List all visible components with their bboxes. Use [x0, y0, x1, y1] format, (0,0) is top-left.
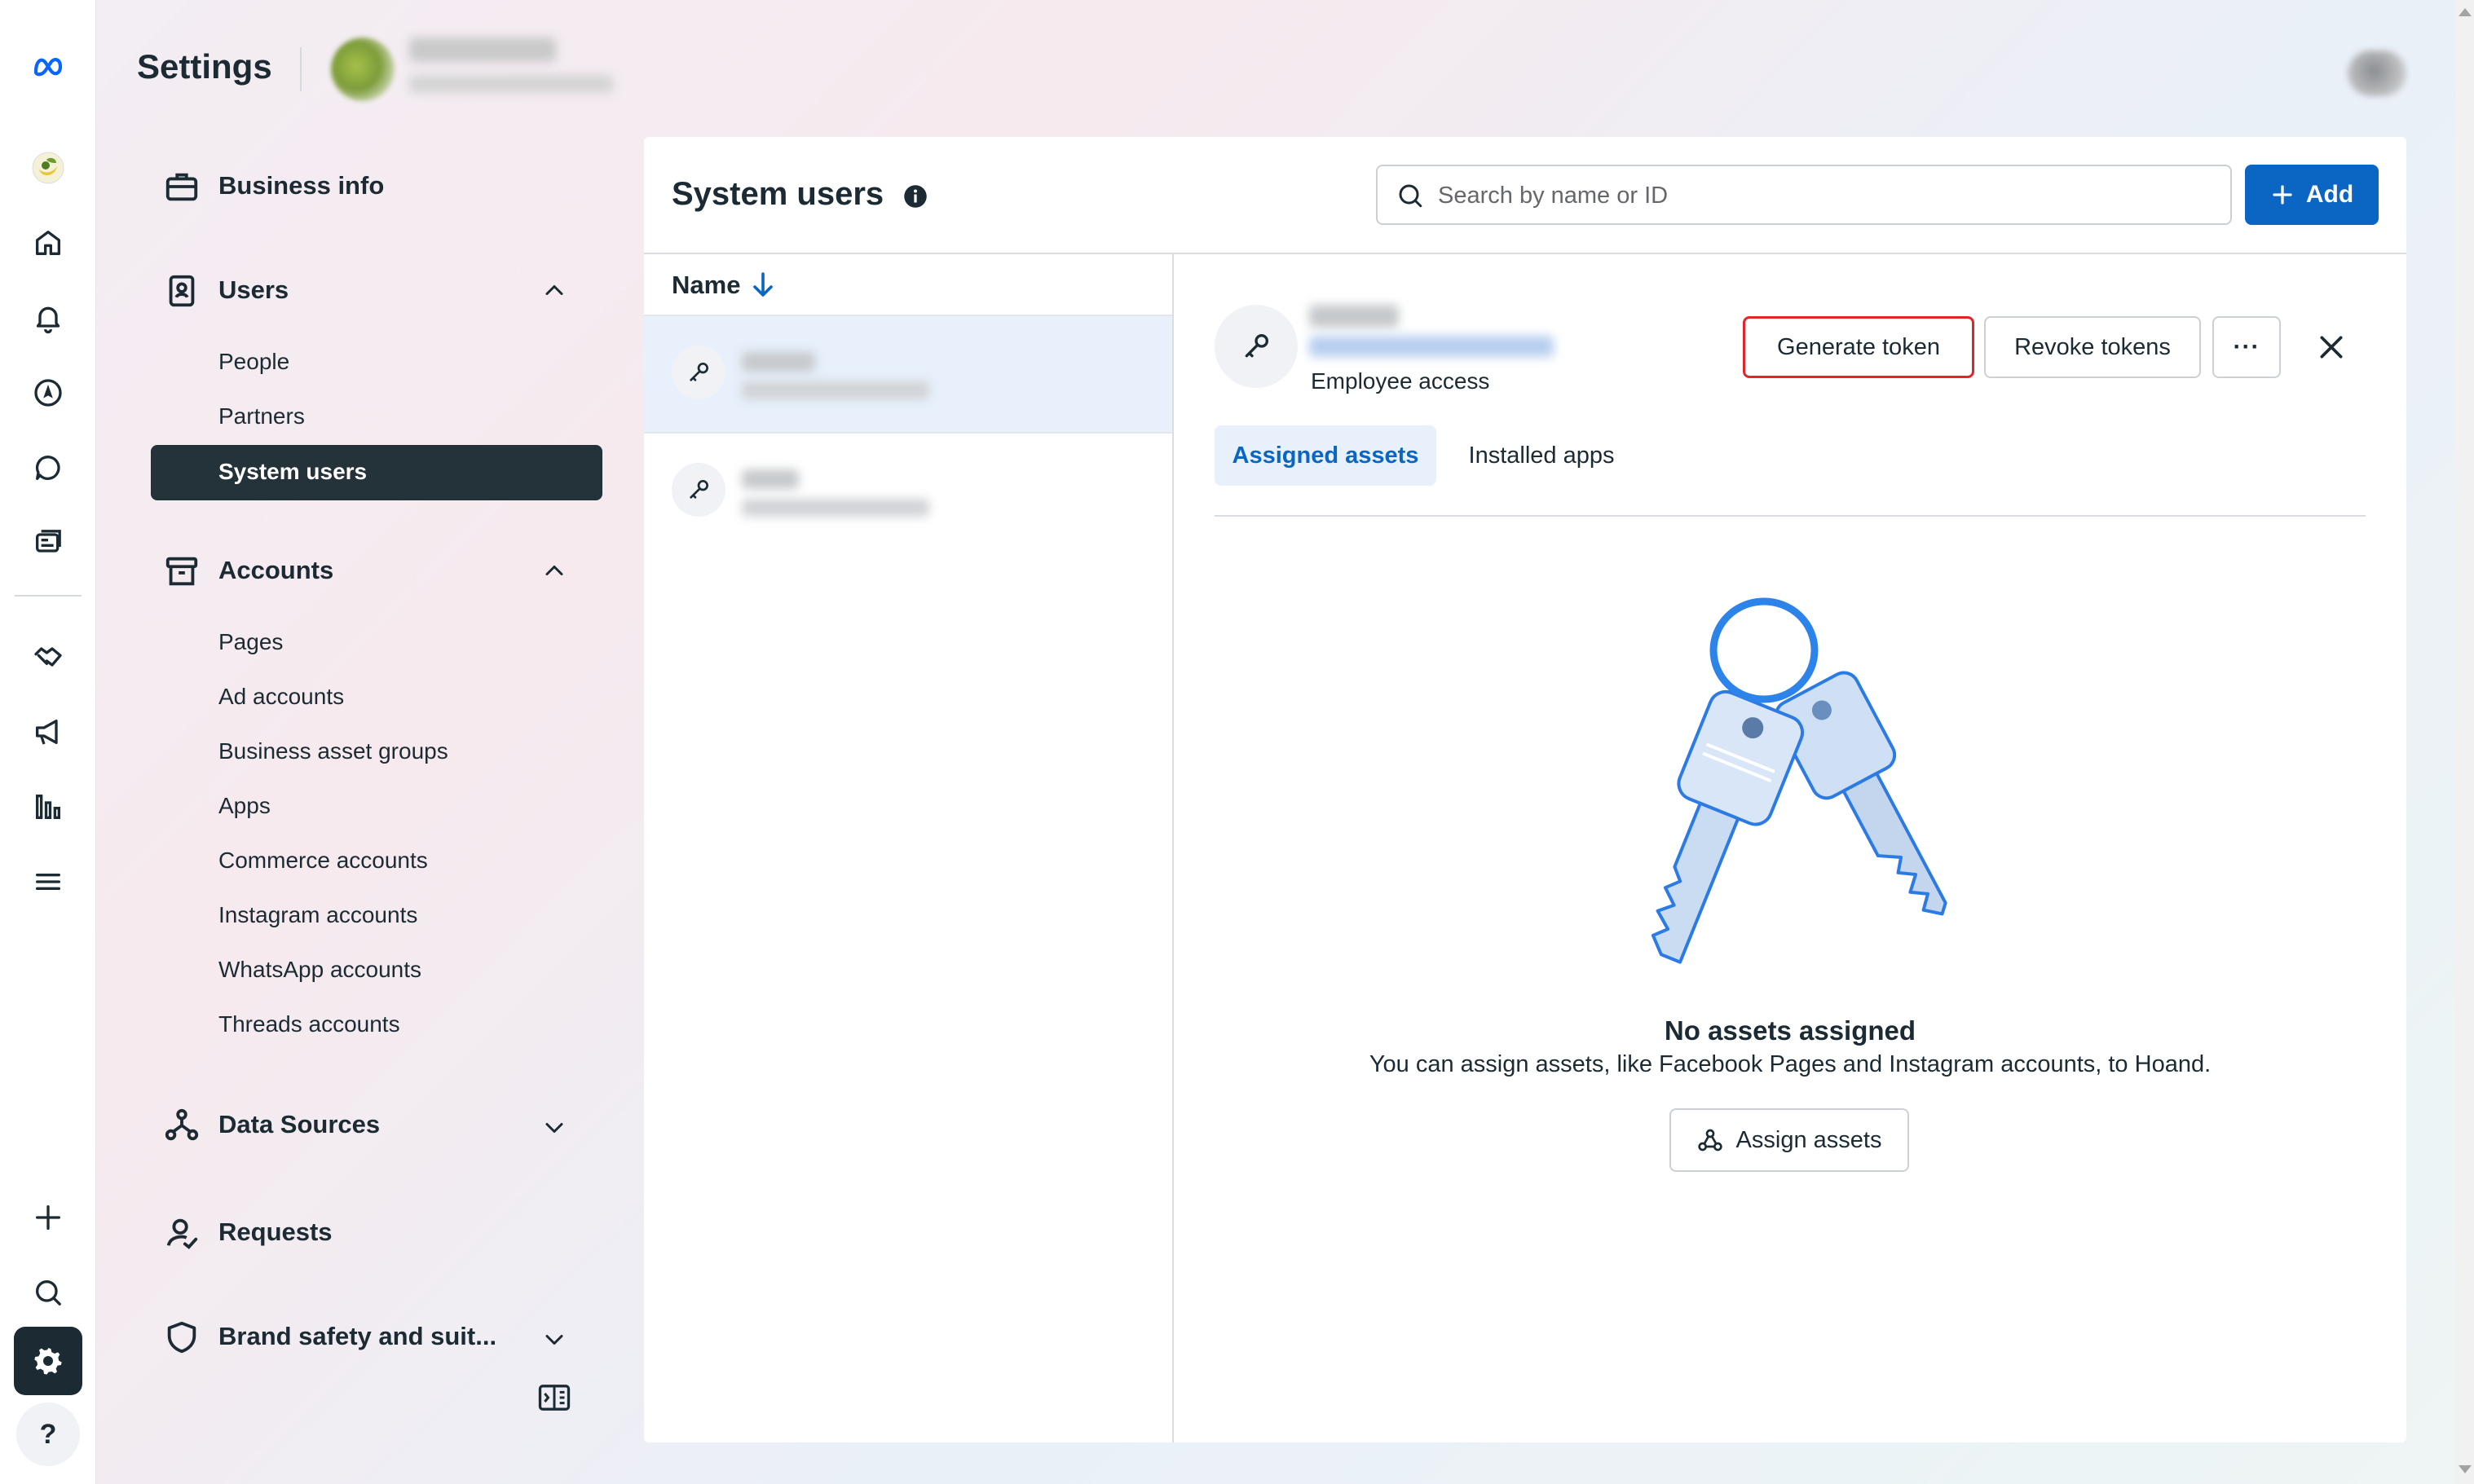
- chevron-up-icon[interactable]: [540, 556, 569, 585]
- tab-installed-apps[interactable]: Installed apps: [1456, 425, 1627, 486]
- generate-token-button[interactable]: Generate token: [1743, 316, 1974, 378]
- sort-arrow-down-icon: [753, 272, 774, 297]
- search-icon[interactable]: [14, 1258, 82, 1327]
- tab-assigned-assets[interactable]: Assigned assets: [1215, 425, 1436, 486]
- page-scrollbar[interactable]: [2455, 0, 2474, 1484]
- chevron-up-icon[interactable]: [540, 275, 569, 305]
- scroll-down-arrow[interactable]: [2459, 1465, 2472, 1473]
- meta-logo-icon[interactable]: [14, 31, 82, 99]
- chevron-down-icon[interactable]: [540, 1325, 569, 1354]
- keys-illustration: [1651, 597, 1947, 964]
- system-user-name-redacted: [1309, 305, 1399, 328]
- gear-icon[interactable]: [14, 1327, 82, 1395]
- person-check-icon: [163, 1214, 201, 1252]
- access-level: Employee access: [1311, 368, 1490, 394]
- search-icon: [1399, 184, 1422, 208]
- nav-instagram-accounts[interactable]: Instagram accounts: [218, 902, 417, 928]
- page-title: Settings: [137, 47, 272, 86]
- name-column-label: Name: [672, 271, 741, 299]
- revoke-tokens-button[interactable]: Revoke tokens: [1984, 316, 2201, 378]
- chat-icon[interactable]: [14, 434, 82, 502]
- user-avatar[interactable]: [2348, 51, 2406, 96]
- compass-icon[interactable]: [14, 359, 82, 427]
- briefcase-icon: [163, 168, 201, 205]
- nav-threads-accounts[interactable]: Threads accounts: [218, 1011, 400, 1037]
- table-row[interactable]: [644, 434, 1172, 551]
- plus-icon: [2273, 185, 2292, 205]
- data-sources-icon: [163, 1107, 201, 1144]
- key-icon: [672, 463, 725, 517]
- nav-users-label: Users: [218, 275, 289, 304]
- scroll-up-arrow[interactable]: [2459, 8, 2472, 16]
- shield-icon: [163, 1319, 201, 1356]
- nav-system-users[interactable]: System users: [151, 445, 602, 500]
- megaphone-icon[interactable]: [14, 698, 82, 766]
- collapse-sidebar-icon[interactable]: [538, 1384, 571, 1411]
- content-icon[interactable]: [14, 509, 82, 577]
- close-icon[interactable]: [2315, 331, 2348, 363]
- nav-ad-accounts[interactable]: Ad accounts: [218, 684, 344, 710]
- left-rail: ?: [0, 0, 96, 1484]
- rail-divider: [15, 595, 82, 597]
- help-icon[interactable]: ?: [16, 1403, 80, 1466]
- system-users-title: System users: [672, 176, 884, 212]
- system-users-list: Name: [644, 254, 1174, 1442]
- chart-icon[interactable]: [14, 773, 82, 841]
- add-button[interactable]: Add: [2245, 165, 2379, 225]
- assets-icon: [1697, 1129, 1722, 1152]
- bell-icon[interactable]: [14, 284, 82, 352]
- business-avatar[interactable]: [331, 37, 395, 101]
- key-icon: [1245, 334, 1268, 358]
- info-icon[interactable]: [903, 184, 928, 209]
- nav-whatsapp-accounts[interactable]: WhatsApp accounts: [218, 957, 421, 983]
- more-options-button[interactable]: ···: [2212, 316, 2281, 378]
- home-icon[interactable]: [14, 209, 82, 277]
- plus-icon[interactable]: [14, 1183, 82, 1252]
- id-badge-icon: [163, 272, 201, 310]
- search-input[interactable]: [1438, 176, 2212, 215]
- nav-apps[interactable]: Apps: [218, 793, 271, 819]
- tabs-divider: [1215, 515, 2366, 517]
- business-subtitle-redacted: [409, 75, 613, 93]
- nav-business-asset-groups[interactable]: Business asset groups: [218, 738, 448, 764]
- search-box[interactable]: [1376, 165, 2232, 225]
- archive-icon: [163, 553, 201, 590]
- nav-business-info-label: Business info: [218, 171, 385, 200]
- name-column-header[interactable]: Name: [672, 271, 774, 300]
- user-name-redacted: [742, 469, 799, 489]
- nav-people[interactable]: People: [218, 349, 289, 375]
- assign-assets-button[interactable]: Assign assets: [1669, 1108, 1909, 1172]
- key-icon: [672, 346, 725, 399]
- empty-state-title: No assets assigned: [1664, 1015, 1916, 1046]
- user-id-redacted: [742, 381, 929, 399]
- business-name-redacted: [409, 37, 556, 62]
- handshake-icon[interactable]: [14, 623, 82, 691]
- empty-state-description: You can assign assets, like Facebook Pag…: [1369, 1051, 2212, 1077]
- nav-brand-safety-label: Brand safety and suit...: [218, 1322, 497, 1350]
- nav-data-sources-label: Data Sources: [218, 1110, 381, 1138]
- user-name-redacted: [742, 352, 815, 372]
- nav-requests-label: Requests: [218, 1218, 333, 1246]
- nav-system-users-label: System users: [218, 459, 368, 484]
- nav-pages[interactable]: Pages: [218, 629, 283, 655]
- chevron-down-icon[interactable]: [540, 1113, 569, 1143]
- header-divider: [300, 47, 302, 91]
- table-row[interactable]: [644, 316, 1172, 434]
- business-avatar-icon[interactable]: [14, 134, 82, 202]
- add-button-label: Add: [2305, 181, 2354, 208]
- user-id-redacted: [742, 499, 929, 517]
- nav-partners[interactable]: Partners: [218, 403, 305, 429]
- assign-assets-label: Assign assets: [1735, 1126, 1882, 1153]
- nav-commerce-accounts[interactable]: Commerce accounts: [218, 848, 428, 874]
- nav-accounts-label: Accounts: [218, 556, 334, 584]
- system-users-card: System users Add Name: [644, 137, 2406, 1442]
- system-user-avatar: [1215, 305, 1298, 388]
- system-user-id-redacted[interactable]: [1309, 336, 1554, 357]
- menu-icon[interactable]: [14, 848, 82, 916]
